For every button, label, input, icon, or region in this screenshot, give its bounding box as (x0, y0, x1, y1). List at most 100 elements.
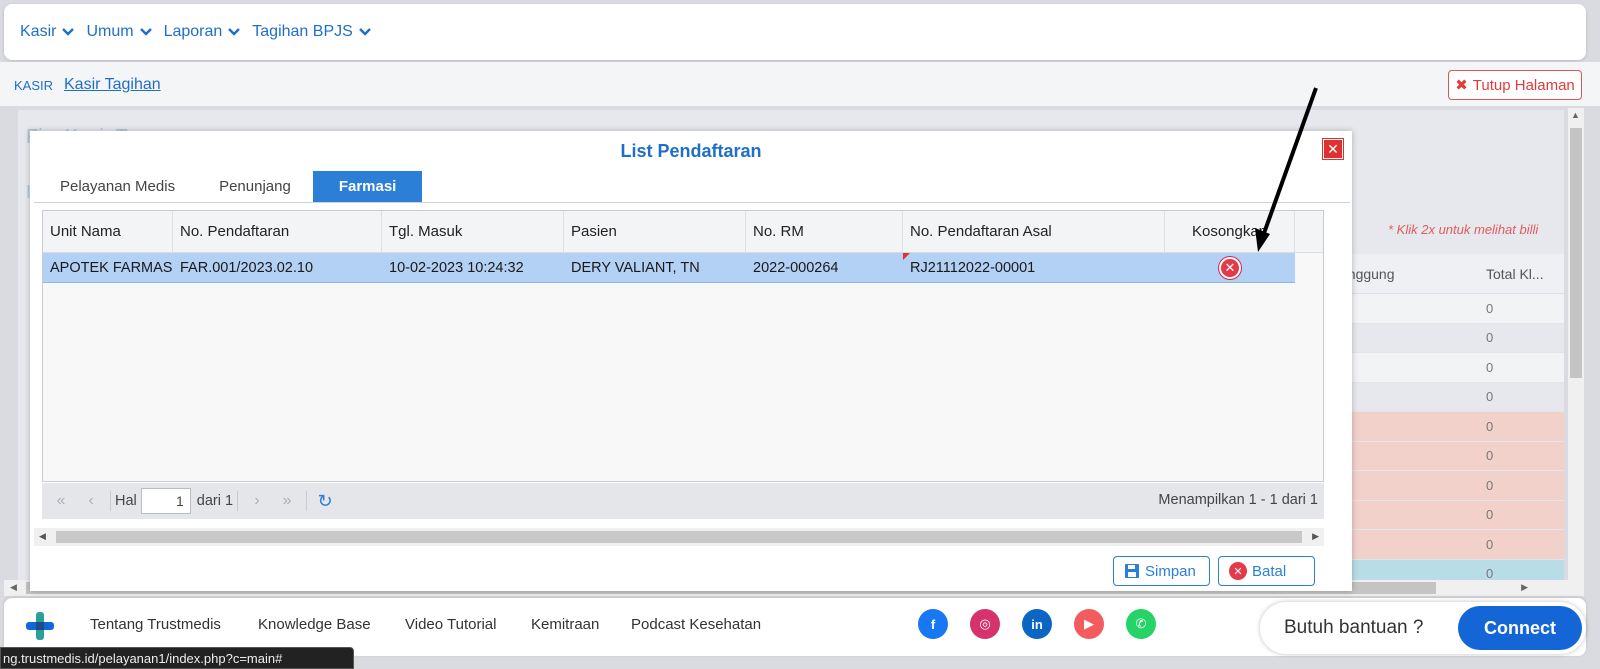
footer-link-knowledge-base[interactable]: Knowledge Base (258, 616, 371, 633)
scrollbar-thumb[interactable] (1570, 128, 1582, 378)
page-number-input[interactable]: 1 (140, 488, 191, 514)
whatsapp-icon[interactable]: ✆ (1126, 609, 1156, 639)
background-table: anggung Total Kl... S0 S0 S0 S0 0 0 0 0 … (1336, 254, 1564, 589)
pagination-info: Menampilkan 1 - 1 dari 1 (1158, 492, 1318, 508)
scroll-right-icon[interactable]: ▶ (1521, 582, 1528, 593)
nav-tagihan-bpjs[interactable]: Tagihan BPJS (252, 23, 371, 41)
close-icon: ✕ (1327, 140, 1339, 157)
table-row[interactable]: 0 (1336, 530, 1564, 560)
table-row[interactable]: 0 (1336, 500, 1564, 530)
cell: 0 (1486, 330, 1494, 346)
chevron-down-icon (139, 28, 152, 36)
tab-penunjang[interactable]: Penunjang (197, 171, 313, 202)
cell-no-pendaftaran-asal-text: RJ21112022-00001 (910, 260, 1036, 276)
cell: 0 (1486, 389, 1494, 405)
tab-divider (34, 202, 1350, 203)
save-label: Simpan (1145, 562, 1196, 580)
scroll-right-icon[interactable]: ▶ (1312, 531, 1319, 542)
toolbar-separator (110, 491, 111, 511)
breadcrumb-current[interactable]: Kasir Tagihan (64, 76, 161, 94)
breadcrumb: KASIR Kasir Tagihan ✖ Tutup Halaman (0, 62, 1600, 106)
cancel-button[interactable]: ✕ Batal (1218, 556, 1315, 586)
table-row[interactable]: 0 (1336, 441, 1564, 471)
close-circle-icon: ✕ (1229, 562, 1247, 580)
nav-laporan[interactable]: Laporan (164, 23, 241, 41)
chevron-down-icon (228, 28, 241, 36)
modal-tabs: Pelayanan Medis Penunjang Farmasi (38, 171, 423, 202)
next-page-icon[interactable]: › (242, 492, 272, 510)
column-header-no-pendaftaran[interactable]: No. Pendaftaran (173, 211, 382, 253)
cell-no-rm: 2022-000264 (753, 260, 839, 276)
nav-umum[interactable]: Umum (86, 23, 152, 41)
first-page-icon[interactable]: « (46, 492, 76, 510)
cell: 0 (1486, 418, 1494, 434)
cell: S (1336, 360, 1486, 375)
nav-umum-label: Umum (86, 23, 134, 40)
facebook-icon[interactable]: f (918, 609, 948, 639)
nav-kasir-label: Kasir (20, 23, 57, 40)
floppy-disk-icon (1125, 564, 1139, 578)
modal-title: List Pendaftaran (620, 141, 762, 161)
column-header-no-pendaftaran-asal[interactable]: No. Pendaftaran Asal (903, 211, 1165, 253)
cell-no-pendaftaran-asal: RJ21112022-00001 (903, 253, 1165, 283)
cell: 0 (1486, 566, 1494, 582)
instagram-icon[interactable]: ◎ (970, 609, 1000, 639)
cell: 0 (1486, 359, 1494, 375)
breadcrumb-root[interactable]: KASIR (14, 78, 53, 93)
table-row[interactable]: S0 (1336, 324, 1564, 353)
table-row[interactable]: APOTEK FARMASI FAR.001/2023.02.10 10-02-… (43, 253, 1295, 283)
save-button[interactable]: Simpan (1113, 556, 1210, 586)
nav-kasir[interactable]: Kasir (20, 23, 75, 41)
connect-button[interactable]: Connect (1458, 606, 1582, 650)
close-page-label: Tutup Halaman (1472, 76, 1575, 94)
column-header-tgl-masuk[interactable]: Tgl. Masuk (382, 211, 564, 253)
table-row[interactable]: S0 (1336, 383, 1564, 412)
column-header-pasien[interactable]: Pasien (564, 211, 746, 253)
kosongkan-button[interactable]: ✕ (1219, 257, 1241, 279)
cell: S (1336, 301, 1486, 316)
cell-unit-nama: APOTEK FARMASI (50, 260, 173, 276)
scrollbar-thumb[interactable] (56, 531, 1302, 543)
chevron-down-icon (62, 28, 75, 36)
footer-link-kemitraan[interactable]: Kemitraan (531, 616, 599, 633)
page-label: Hal (115, 493, 137, 509)
cell: 0 (1486, 300, 1494, 316)
toolbar-separator (237, 491, 239, 511)
trustmedis-logo-icon (26, 612, 54, 640)
tab-farmasi[interactable]: Farmasi (312, 171, 423, 202)
scroll-left-icon[interactable]: ◀ (39, 531, 46, 542)
column-header-unit-nama[interactable]: Unit Nama (43, 211, 173, 253)
table-row[interactable]: 0 (1336, 471, 1564, 501)
tab-pelayanan-medis[interactable]: Pelayanan Medis (38, 171, 197, 202)
column-header-no-rm[interactable]: No. RM (746, 211, 903, 253)
chevron-down-icon (358, 28, 371, 36)
page-vertical-scrollbar[interactable]: ▲ ▼ (1568, 108, 1584, 592)
refresh-icon[interactable]: ↻ (311, 491, 339, 512)
status-bar-url: ng.trustmedis.id/pelayanan1/index.php?c=… (0, 647, 354, 669)
cancel-label: Batal (1252, 562, 1287, 580)
cell: 0 (1486, 477, 1494, 493)
table-row[interactable]: S0 (1336, 294, 1564, 324)
footer-link-video-tutorial[interactable]: Video Tutorial (405, 616, 496, 633)
scroll-left-icon[interactable]: ◀ (10, 582, 17, 593)
page-total-label: dari 1 (196, 493, 234, 509)
cell: S (1336, 330, 1486, 345)
grid-horizontal-scrollbar[interactable]: ◀ ▶ (34, 528, 1324, 546)
linkedin-icon[interactable]: in (1022, 609, 1052, 639)
table-row[interactable]: 0 (1336, 412, 1564, 442)
footer-link-tentang[interactable]: Tentang Trustmedis (90, 616, 221, 633)
last-page-icon[interactable]: » (272, 492, 302, 510)
footer-link-podcast[interactable]: Podcast Kesehatan (631, 616, 761, 633)
close-page-button[interactable]: ✖ Tutup Halaman (1448, 70, 1582, 100)
modal-close-button[interactable]: ✕ (1323, 139, 1343, 159)
column-header-kosongkan[interactable]: Kosongkan (1165, 211, 1295, 253)
table-row[interactable]: S0 (1336, 353, 1564, 383)
scroll-up-icon[interactable]: ▲ (1571, 110, 1580, 120)
prev-page-icon[interactable]: ‹ (76, 492, 106, 510)
youtube-icon[interactable]: ▶ (1074, 609, 1104, 639)
registration-grid: Unit Nama No. Pendaftaran Tgl. Masuk Pas… (42, 210, 1324, 482)
toolbar-separator (306, 491, 308, 511)
close-circle-icon: ✕ (1224, 260, 1236, 275)
background-hint: * Klik 2x untuk melihat billi (1388, 222, 1539, 237)
help-widget: Butuh bantuan ? Connect (1260, 602, 1586, 654)
